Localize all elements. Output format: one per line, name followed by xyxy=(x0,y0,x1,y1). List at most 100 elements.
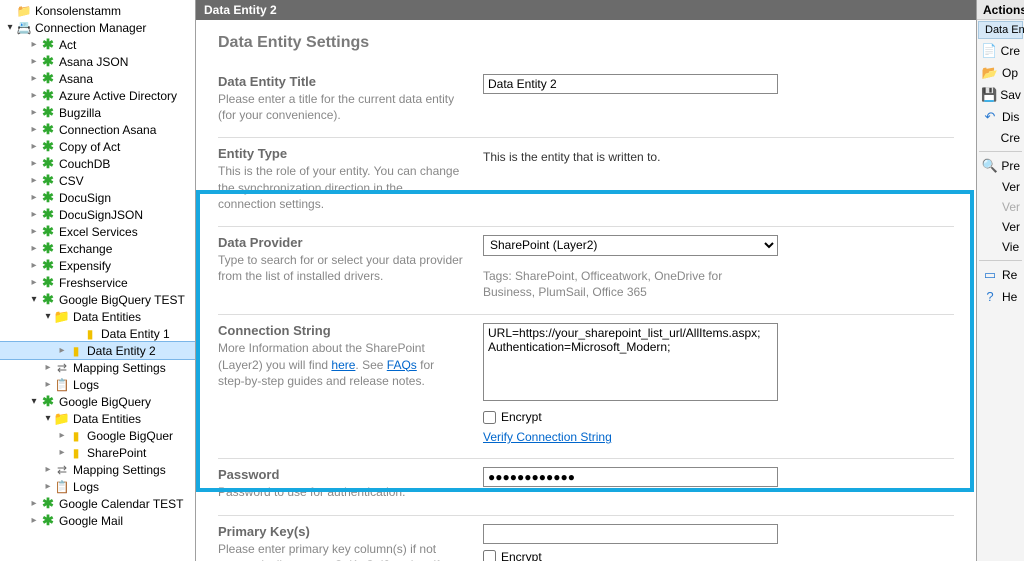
tree-conn-mgr[interactable]: Connection Manager xyxy=(0,19,195,36)
action-create[interactable]: 📄Cre xyxy=(977,40,1024,62)
action-label: Op xyxy=(1002,66,1018,80)
tree-item[interactable]: Connection Asana xyxy=(0,121,195,138)
tree-item[interactable]: DocuSignJSON xyxy=(0,206,195,223)
expand-icon[interactable] xyxy=(28,73,40,84)
connector-icon xyxy=(40,190,56,206)
expand-icon[interactable] xyxy=(56,345,68,356)
tree-item[interactable]: Exchange xyxy=(0,240,195,257)
tree-item[interactable]: Copy of Act xyxy=(0,138,195,155)
connector-icon xyxy=(40,54,56,70)
here-link[interactable]: here xyxy=(331,358,355,372)
expand-icon[interactable] xyxy=(28,141,40,152)
action-verify2[interactable]: Ver xyxy=(977,197,1024,217)
tree-mapping[interactable]: Mapping Settings xyxy=(0,359,195,376)
tree-label: Google BigQuery TEST xyxy=(59,293,185,307)
expand-icon[interactable] xyxy=(28,39,40,50)
tree-entity-1[interactable]: Data Entity 1 xyxy=(0,325,195,342)
action-view[interactable]: Vie xyxy=(977,237,1024,257)
expand-icon[interactable] xyxy=(42,362,54,373)
tree-item[interactable]: CSV xyxy=(0,172,195,189)
connector-icon xyxy=(40,513,56,529)
connection-string-input[interactable] xyxy=(483,323,778,401)
expand-icon[interactable] xyxy=(28,498,40,509)
tree-item[interactable]: Google Calendar TEST xyxy=(0,495,195,512)
expand-icon[interactable] xyxy=(28,90,40,101)
tree-logs[interactable]: Logs xyxy=(0,478,195,495)
verify-connection-link[interactable]: Verify Connection String xyxy=(483,430,612,444)
expand-icon[interactable] xyxy=(28,515,40,526)
tree-item[interactable]: CouchDB xyxy=(0,155,195,172)
tree-label: Bugzilla xyxy=(59,106,101,120)
action-discard[interactable]: ↶Dis xyxy=(977,106,1024,128)
expand-icon[interactable] xyxy=(28,209,40,220)
expand-icon[interactable] xyxy=(56,447,68,458)
action-verify3[interactable]: Ver xyxy=(977,217,1024,237)
expand-icon[interactable] xyxy=(28,243,40,254)
tree-logs[interactable]: Logs xyxy=(0,376,195,393)
connector-icon xyxy=(40,71,56,87)
expand-icon[interactable] xyxy=(28,124,40,135)
field-label: Password xyxy=(218,467,463,482)
action-save[interactable]: 💾Sav xyxy=(977,84,1024,106)
expand-icon[interactable] xyxy=(28,260,40,271)
entity-type-value: This is the entity that is written to. xyxy=(483,146,954,164)
entity-title-input[interactable] xyxy=(483,74,778,94)
expand-icon[interactable] xyxy=(56,430,68,441)
expand-icon[interactable] xyxy=(28,396,40,407)
expand-icon[interactable] xyxy=(28,294,40,305)
expand-icon[interactable] xyxy=(42,464,54,475)
action-label: Dis xyxy=(1002,110,1019,124)
tree-item-bq-test[interactable]: Google BigQuery TEST xyxy=(0,291,195,308)
tree-item[interactable]: Bugzilla xyxy=(0,104,195,121)
tree-entity-2[interactable]: Data Entity 2 xyxy=(0,342,195,359)
data-provider-select[interactable]: SharePoint (Layer2) xyxy=(483,235,778,256)
connector-icon xyxy=(40,394,56,410)
expand-icon[interactable] xyxy=(42,413,54,424)
action-help[interactable]: ?He xyxy=(977,286,1024,307)
tree-mapping[interactable]: Mapping Settings xyxy=(0,461,195,478)
expand-icon[interactable] xyxy=(28,226,40,237)
tree-item[interactable]: Asana xyxy=(0,70,195,87)
password-input[interactable] xyxy=(483,467,778,487)
action-create2[interactable]: Cre xyxy=(977,128,1024,148)
faqs-link[interactable]: FAQs xyxy=(387,358,417,372)
tree-data-entities[interactable]: Data Entities xyxy=(0,410,195,427)
expand-icon[interactable] xyxy=(28,277,40,288)
tree-item[interactable]: Expensify xyxy=(0,257,195,274)
tree-item[interactable]: Google Mail xyxy=(0,512,195,529)
tree-item[interactable]: DocuSign xyxy=(0,189,195,206)
tree-label: Asana xyxy=(59,72,93,86)
expand-icon[interactable] xyxy=(28,175,40,186)
primary-key-input[interactable] xyxy=(483,524,778,544)
tree-item-bq[interactable]: Google BigQuery xyxy=(0,393,195,410)
field-label: Data Entity Title xyxy=(218,74,463,89)
tree-root[interactable]: Konsolenstamm xyxy=(0,2,195,19)
action-preview[interactable]: 🔍Pre xyxy=(977,155,1024,177)
mapping-icon xyxy=(54,360,70,376)
field-desc: Password to use for authentication. xyxy=(218,484,463,500)
expand-icon[interactable] xyxy=(42,481,54,492)
action-verify[interactable]: Ver xyxy=(977,177,1024,197)
action-open[interactable]: 📂Op xyxy=(977,62,1024,84)
expand-icon[interactable] xyxy=(4,22,16,33)
action-rename[interactable]: ▭Re xyxy=(977,264,1024,286)
expand-icon[interactable] xyxy=(28,192,40,203)
tree-data-entities[interactable]: Data Entities xyxy=(0,308,195,325)
tree-entity[interactable]: SharePoint xyxy=(0,444,195,461)
expand-icon[interactable] xyxy=(28,158,40,169)
tree-item[interactable]: Azure Active Directory xyxy=(0,87,195,104)
expand-icon[interactable] xyxy=(42,311,54,322)
expand-icon[interactable] xyxy=(42,379,54,390)
tree-item[interactable]: Freshservice xyxy=(0,274,195,291)
connector-icon xyxy=(40,207,56,223)
encrypt-checkbox[interactable] xyxy=(483,411,496,424)
field-label: Connection String xyxy=(218,323,463,338)
tree-label: Google BigQuery xyxy=(59,395,151,409)
tree-entity[interactable]: Google BigQuer xyxy=(0,427,195,444)
expand-icon[interactable] xyxy=(28,107,40,118)
expand-icon[interactable] xyxy=(28,56,40,67)
encrypt-pk-checkbox[interactable] xyxy=(483,550,496,561)
tree-item[interactable]: Excel Services xyxy=(0,223,195,240)
tree-item[interactable]: Act xyxy=(0,36,195,53)
tree-item[interactable]: Asana JSON xyxy=(0,53,195,70)
